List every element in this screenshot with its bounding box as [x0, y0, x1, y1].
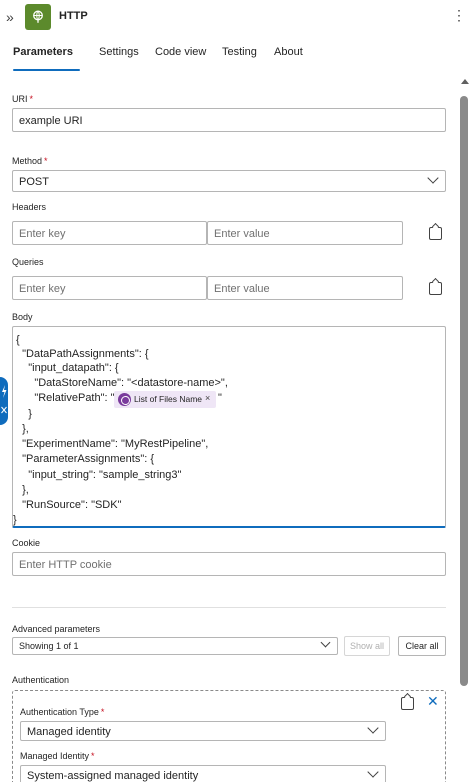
method-dropdown[interactable]: POST: [12, 170, 446, 192]
code-line: "ExperimentName": "MyRestPipeline",: [16, 438, 209, 450]
active-tab-indicator: [13, 69, 80, 71]
cookie-input[interactable]: Enter HTTP cookie: [12, 552, 446, 576]
code-line: "DataPathAssignments": {: [16, 348, 149, 360]
code-line: "ParameterAssignments": {: [16, 453, 155, 465]
method-value: POST: [19, 176, 49, 188]
authentication-type-dropdown[interactable]: Managed identity: [20, 721, 386, 741]
managed-identity-value: System-assigned managed identity: [27, 770, 199, 782]
more-options-icon[interactable]: ⋮: [452, 6, 466, 24]
dynamic-content-toggle[interactable]: [0, 377, 8, 425]
scrollbar-thumb[interactable]: [460, 96, 468, 686]
panel-header: » HTTP ⋮: [0, 0, 472, 36]
body-label: Body: [12, 312, 33, 322]
code-line: "DataStoreName": "<datastore-name>",: [16, 377, 228, 389]
query-value-placeholder: Enter value: [214, 283, 270, 295]
code-line: },: [16, 423, 29, 435]
tab-parameters[interactable]: Parameters: [13, 46, 73, 58]
parameter-icon: [118, 393, 131, 406]
http-action-icon: [25, 4, 51, 30]
advanced-parameters-dropdown[interactable]: Showing 1 of 1: [12, 637, 338, 655]
switch-to-text-mode-icon[interactable]: [429, 282, 442, 295]
query-value-input[interactable]: Enter value: [207, 276, 403, 300]
chevron-down-icon: [320, 637, 331, 648]
advanced-parameters-label: Advanced parameters: [12, 624, 101, 634]
section-divider: [12, 607, 446, 608]
cookie-label: Cookie: [12, 538, 41, 548]
authentication-type-label: Authentication Type *: [20, 707, 105, 717]
code-line: "RunSource": "SDK": [16, 499, 122, 511]
code-line: "RelativePath": ": [16, 392, 115, 404]
header-value-input[interactable]: Enter value: [207, 221, 403, 245]
code-line: "input_string": "sample_string3": [16, 469, 182, 481]
tab-code-view[interactable]: Code view: [155, 46, 206, 58]
headers-label: Headers: [12, 202, 47, 212]
authentication-label: Authentication: [12, 675, 70, 685]
managed-identity-dropdown[interactable]: System-assigned managed identity: [20, 765, 386, 782]
managed-identity-label: Managed Identity *: [20, 751, 95, 761]
switch-to-text-mode-icon[interactable]: [429, 227, 442, 240]
tab-about[interactable]: About: [274, 46, 303, 58]
tab-testing[interactable]: Testing: [222, 46, 257, 58]
queries-label: Queries: [12, 257, 44, 267]
panel-title: HTTP: [59, 10, 88, 22]
query-key-placeholder: Enter key: [19, 283, 66, 295]
scroll-up-icon[interactable]: [461, 79, 469, 84]
header-key-input[interactable]: Enter key: [12, 221, 207, 245]
header-value-placeholder: Enter value: [214, 228, 270, 240]
dynamic-content-token[interactable]: List of Files Name ×: [114, 391, 216, 408]
advanced-parameters-value: Showing 1 of 1: [19, 641, 79, 651]
uri-value: example URI: [19, 115, 83, 127]
code-line-tail: ": [218, 392, 222, 404]
method-label: Method *: [12, 156, 48, 166]
close-icon[interactable]: ✕: [427, 694, 439, 708]
code-line: "input_datapath": {: [16, 362, 119, 374]
uri-label: URI *: [12, 94, 34, 104]
chevron-down-icon: [367, 722, 379, 734]
collapse-panel-icon[interactable]: »: [6, 8, 20, 26]
clear-all-button[interactable]: Clear all: [398, 636, 446, 656]
switch-to-text-mode-icon[interactable]: [401, 697, 414, 710]
token-label: List of Files Name: [134, 394, 203, 404]
header-key-placeholder: Enter key: [19, 228, 66, 240]
query-key-input[interactable]: Enter key: [12, 276, 207, 300]
code-line: }: [16, 408, 32, 420]
lightning-icon: [1, 385, 7, 414]
code-line: {: [16, 334, 20, 346]
show-all-button[interactable]: Show all: [344, 636, 390, 656]
chevron-down-icon: [367, 766, 379, 778]
cookie-placeholder: Enter HTTP cookie: [19, 559, 112, 571]
code-line: },: [16, 484, 29, 496]
uri-input[interactable]: example URI: [12, 108, 446, 132]
chevron-down-icon: [427, 172, 439, 184]
tab-settings[interactable]: Settings: [99, 46, 139, 58]
code-line: }: [13, 514, 17, 526]
authentication-type-value: Managed identity: [27, 726, 111, 738]
remove-token-icon[interactable]: ×: [205, 393, 210, 403]
